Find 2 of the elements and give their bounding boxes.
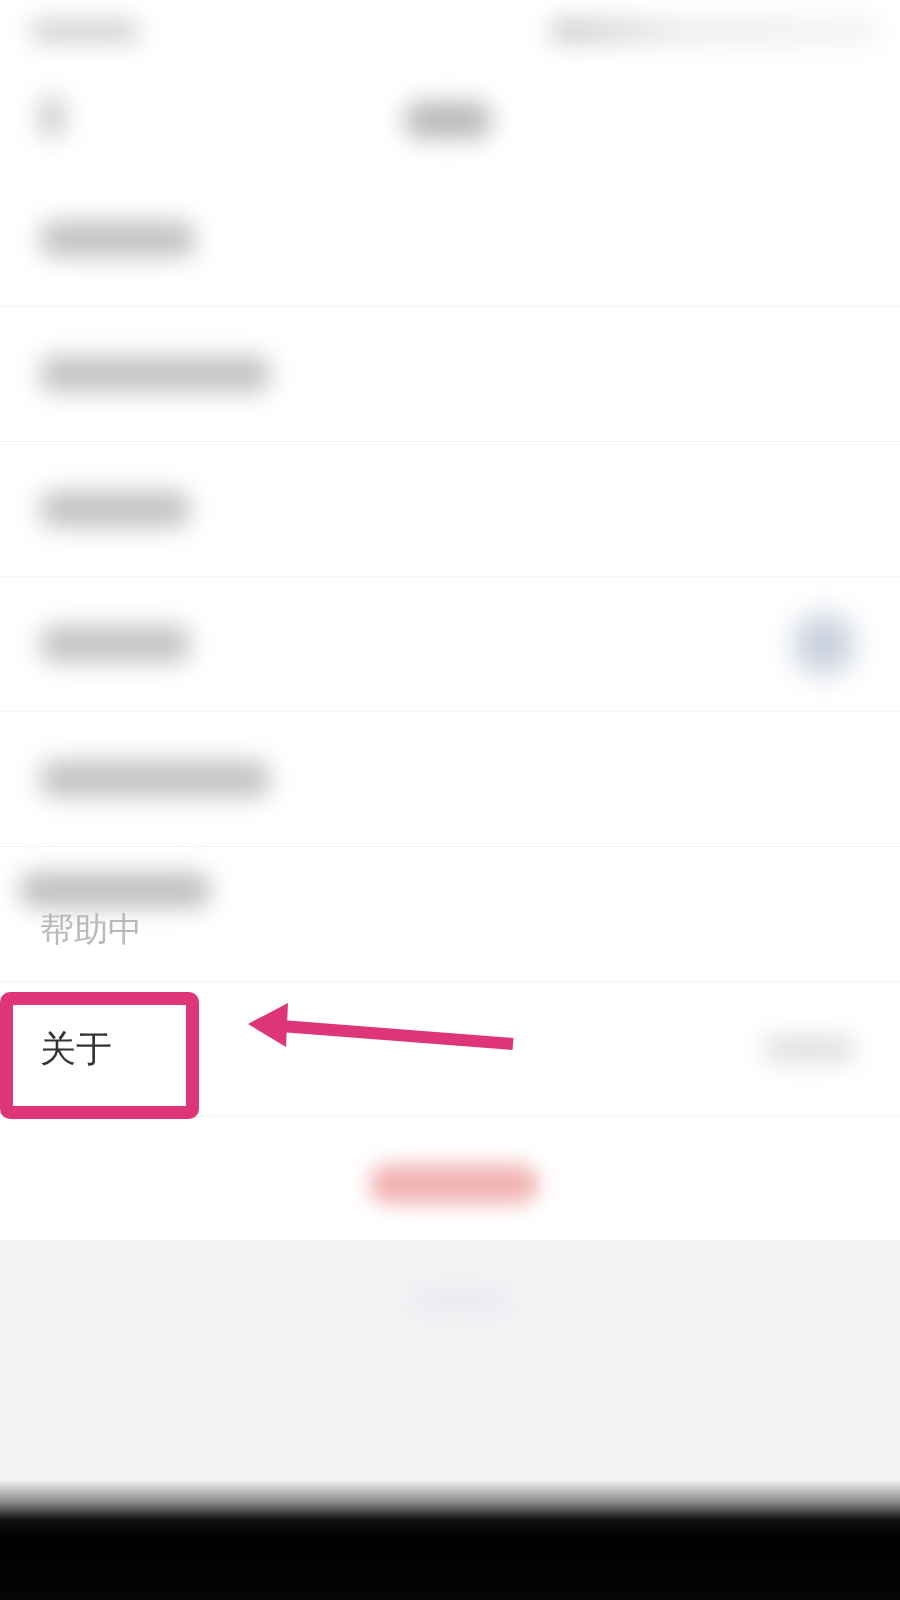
blurred-button[interactable] (369, 1163, 539, 1204)
menu-item-label[interactable]: 关于 (40, 1027, 112, 1071)
